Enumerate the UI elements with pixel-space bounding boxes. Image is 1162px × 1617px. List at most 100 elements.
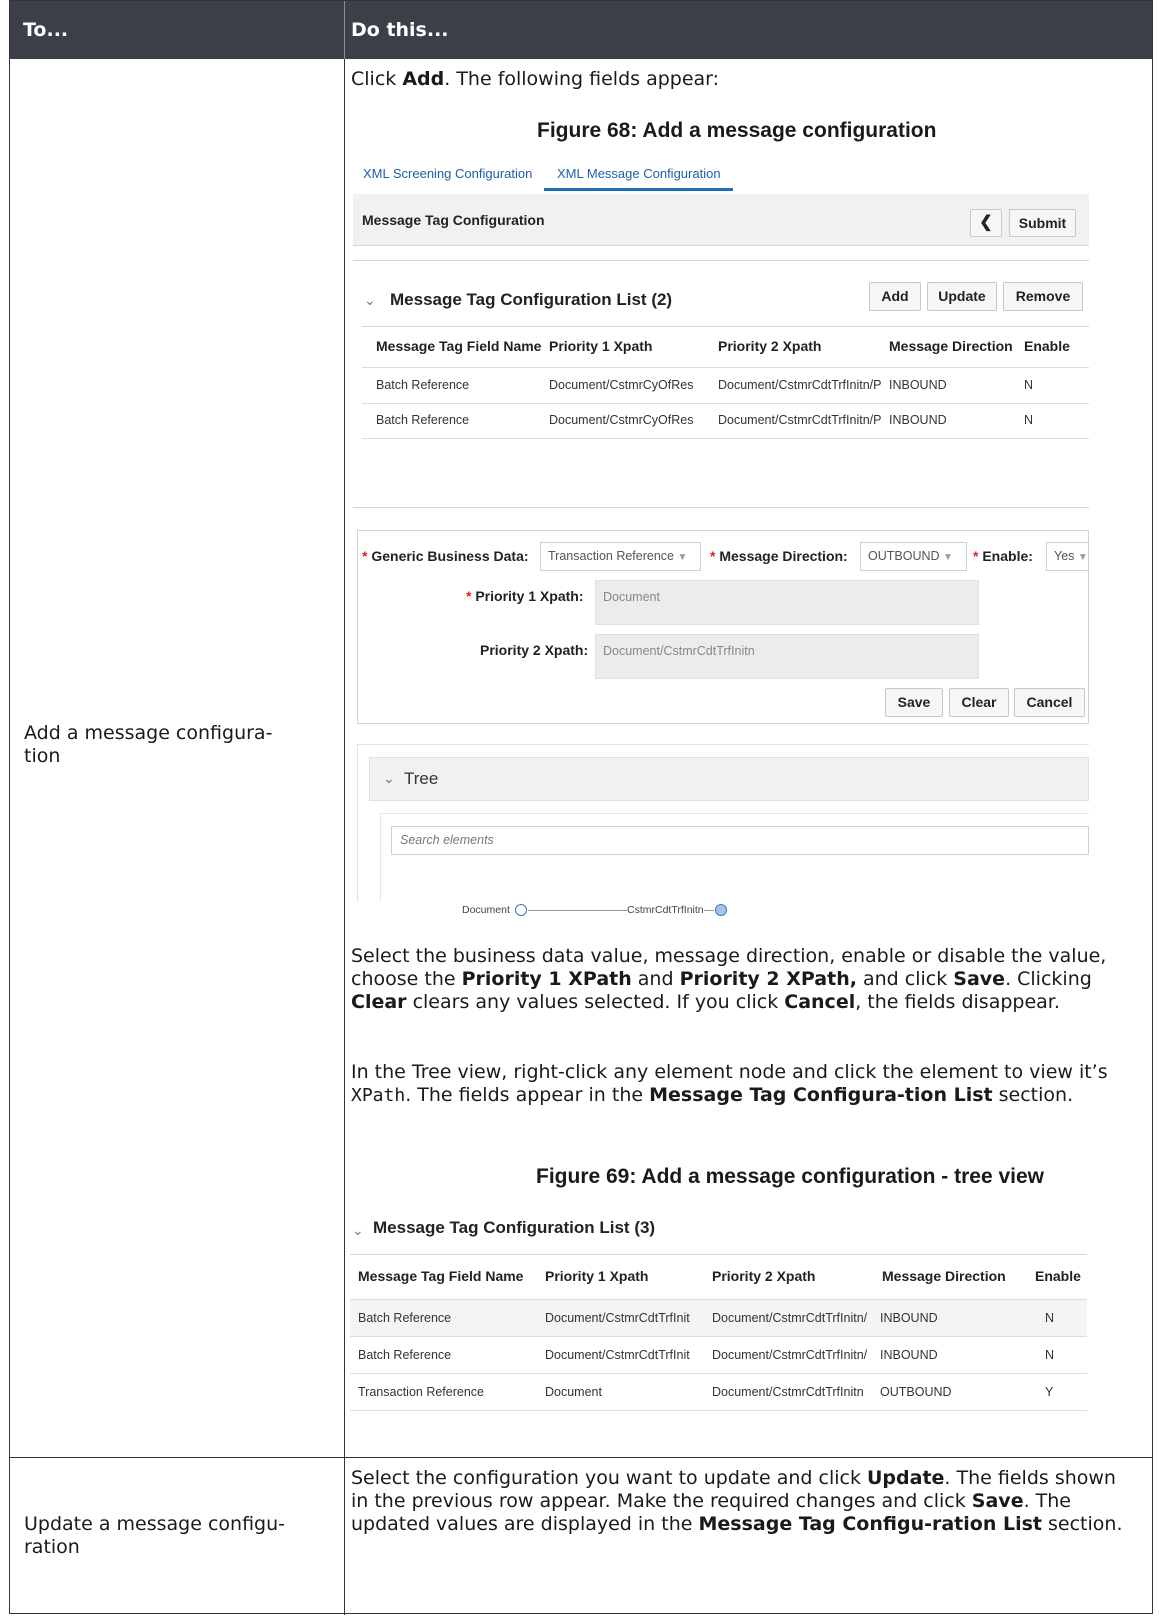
active-tab-indicator [544, 188, 733, 191]
text: , the fields disappear. [855, 991, 1060, 1013]
cell: N [1045, 1311, 1055, 1325]
bold-text: Save [953, 968, 1006, 990]
label-text: Priority 1 Xpath: [475, 588, 584, 604]
required-mark: * [710, 548, 716, 564]
cell: INBOUND [889, 413, 947, 427]
col-direction: Message Direction [882, 1268, 1006, 1284]
intro-paragraph: Click Add. The following fields appear: [351, 68, 1131, 91]
tree-collapse-icon[interactable]: ⌄ [383, 770, 395, 787]
chevron-left-icon: ❮ [979, 214, 993, 231]
tree-node[interactable] [515, 904, 527, 916]
select-value: Transaction Reference [548, 549, 674, 563]
clear-button[interactable]: Clear [949, 688, 1009, 717]
row2-to-label: Update a message configu- ration [24, 1513, 285, 1558]
text: section. [1041, 1513, 1123, 1535]
tree-title: Tree [404, 769, 439, 788]
paragraph-select: Select the business data value, message … [351, 945, 1131, 1014]
cell: N [1024, 378, 1034, 392]
cancel-button[interactable]: Cancel [1014, 688, 1085, 717]
header-do: Do this... [351, 19, 449, 41]
update-button[interactable]: Update [927, 282, 997, 311]
col-priority-2: Priority 2 Xpath [712, 1268, 816, 1284]
text: and click [856, 968, 954, 990]
bold-text: Update [867, 1467, 945, 1489]
collapse-chevron-icon[interactable]: ⌄ [364, 292, 376, 309]
cell: Transaction Reference [358, 1385, 484, 1399]
col-priority-2: Priority 2 Xpath [718, 338, 822, 354]
tab-xml-message[interactable]: XML Message Configuration [557, 166, 721, 181]
intro-pre: Click [351, 68, 403, 90]
cell: OUTBOUND [880, 1385, 952, 1399]
tree-search-input[interactable]: Search elements [391, 826, 1089, 855]
col-enable: Enable [1035, 1268, 1081, 1284]
remove-button[interactable]: Remove [1003, 282, 1083, 311]
message-direction-select[interactable]: OUTBOUND ▼ [860, 542, 967, 571]
cell: Document/CstmrCdtTrfInitn [712, 1385, 864, 1399]
col-field-name: Message Tag Field Name [376, 338, 542, 354]
tree-header[interactable] [369, 757, 1089, 801]
row1-to-label: Add a message configura- tion [24, 722, 273, 767]
list-title: Message Tag Configuration List (2) [390, 290, 673, 309]
cell: Document/CstmrCyOfRes [549, 413, 694, 427]
col-priority-1: Priority 1 Xpath [545, 1268, 649, 1284]
col-field-name: Message Tag Field Name [358, 1268, 524, 1284]
col-enable: Enable [1024, 338, 1070, 354]
add-button[interactable]: Add [869, 282, 921, 311]
cell: Document/CstmrCyOfRes [549, 378, 694, 392]
text: . The fields appear in the [405, 1084, 650, 1106]
bold-text: Cancel [784, 991, 856, 1013]
list-title: Message Tag Configuration List (3) [373, 1218, 656, 1237]
intro-post: . The following fields appear: [444, 68, 720, 90]
required-mark: * [973, 548, 979, 564]
back-button[interactable]: ❮ [970, 209, 1002, 237]
generic-business-data-label: * Generic Business Data: [362, 548, 529, 564]
submit-button[interactable]: Submit [1009, 209, 1076, 237]
row-divider [362, 438, 1089, 439]
bold-text: Message Tag Configura-tion List [649, 1084, 993, 1106]
tree-node[interactable] [715, 904, 727, 916]
tree-node-label: Document [462, 904, 510, 916]
priority-2-input[interactable]: Document/CstmrCdtTrfInitn [595, 634, 979, 679]
intro-bold: Add [402, 68, 445, 90]
caret-down-icon: ▼ [943, 552, 953, 563]
code-text: XPath [351, 1085, 406, 1106]
caret-down-icon: ▼ [677, 552, 688, 563]
toolbar-title: Message Tag Configuration [362, 212, 545, 228]
bold-text: Message Tag Configu-ration List [698, 1513, 1042, 1535]
row-divider [362, 403, 1089, 404]
enable-select[interactable]: Yes ▼ [1046, 542, 1089, 571]
cell: Batch Reference [358, 1348, 452, 1362]
cell: INBOUND [880, 1311, 938, 1325]
paragraph-tree: In the Tree view, right-click any elemen… [351, 1061, 1131, 1107]
cell: INBOUND [880, 1348, 938, 1362]
priority-1-input[interactable]: Document [595, 580, 979, 625]
table-header: To... Do this... [10, 1, 1152, 59]
header-to: To... [23, 19, 69, 41]
cell: Document/CstmrCdtTrfInitn/ [712, 1348, 868, 1362]
tab-xml-screening[interactable]: XML Screening Configuration [363, 166, 532, 181]
priority-2-label: Priority 2 Xpath: [480, 642, 589, 658]
save-button[interactable]: Save [885, 688, 943, 717]
cell: INBOUND [889, 378, 947, 392]
cell: Batch Reference [376, 378, 470, 392]
text: clears any values selected. If you click [406, 991, 785, 1013]
select-value: OUTBOUND [868, 549, 940, 563]
cell: Document/CstmrCdtTrfInitn/ [712, 1311, 868, 1325]
caret-down-icon: ▼ [1077, 552, 1088, 563]
select-value: Yes [1054, 549, 1075, 563]
col-direction: Message Direction [889, 338, 1013, 354]
text: and [631, 968, 680, 990]
table-top-line [362, 326, 1089, 327]
cell: Document/CstmrCdtTrfInit [545, 1311, 690, 1325]
row-divider [350, 1373, 1087, 1374]
bold-text: Save [971, 1490, 1024, 1512]
col-priority-1: Priority 1 Xpath [549, 338, 653, 354]
text: Select the configuration you want to upd… [351, 1467, 867, 1489]
collapse-chevron-icon[interactable]: ⌄ [352, 1222, 364, 1239]
row-divider [350, 1410, 1087, 1411]
tree-node-label: CstmrCdtTrfInitn [627, 904, 704, 916]
table-top-line [350, 1254, 1087, 1255]
row-divider [350, 1336, 1087, 1337]
generic-business-data-select[interactable]: Transaction Reference ▼ [540, 542, 701, 571]
paragraph-update: Select the configuration you want to upd… [351, 1467, 1131, 1536]
